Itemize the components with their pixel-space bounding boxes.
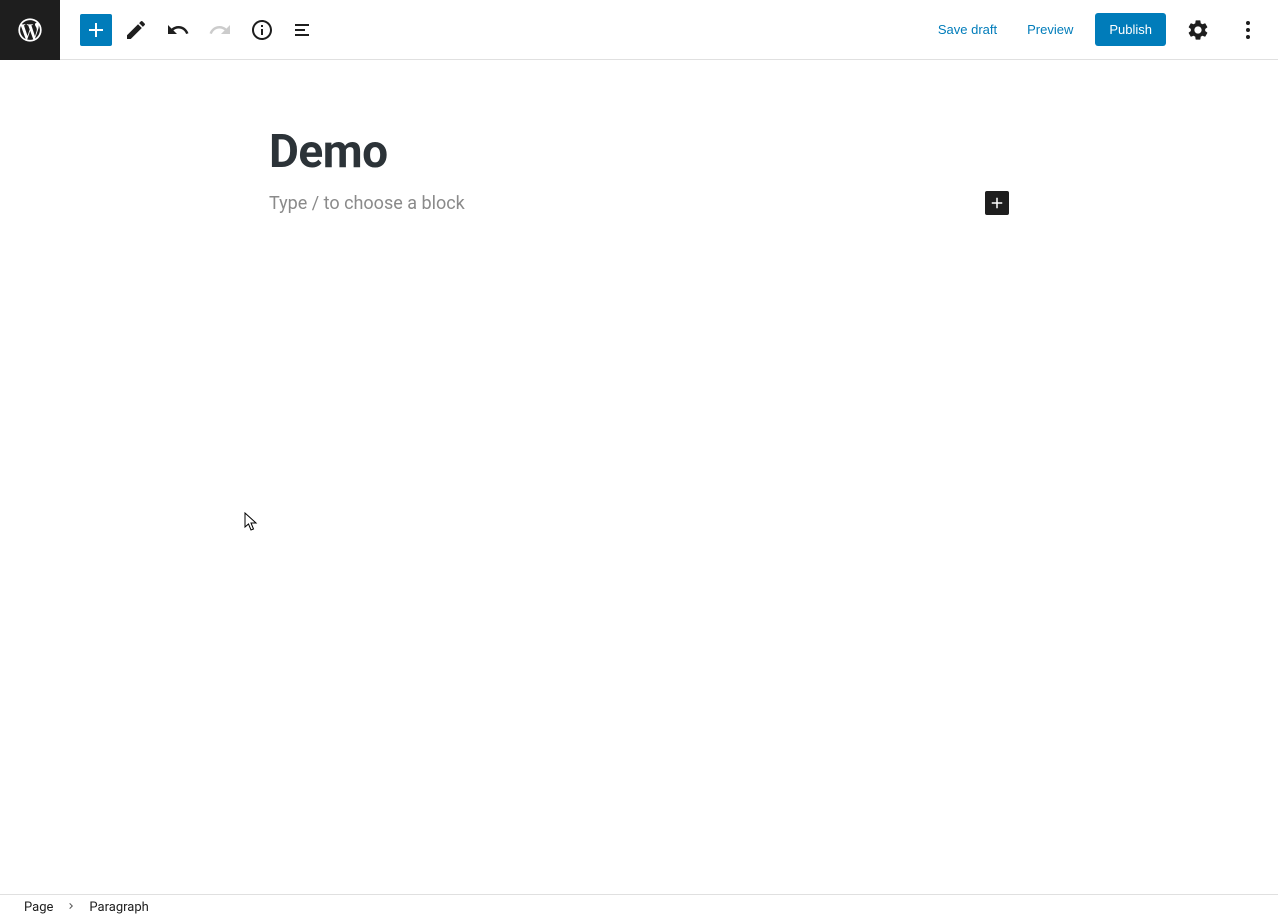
more-vertical-icon <box>1236 18 1260 42</box>
save-draft-button[interactable]: Save draft <box>930 16 1005 43</box>
list-view-icon <box>292 18 316 42</box>
gear-icon <box>1186 18 1210 42</box>
content-wrapper: Demo Type / to choose a block <box>269 60 1009 215</box>
preview-button[interactable]: Preview <box>1019 16 1081 43</box>
undo-button[interactable] <box>160 12 196 48</box>
breadcrumb-current[interactable]: Paragraph <box>89 900 148 915</box>
pencil-icon <box>124 18 148 42</box>
undo-icon <box>166 18 190 42</box>
top-toolbar: Save draft Preview Publish <box>0 0 1278 60</box>
plus-icon <box>988 194 1006 212</box>
add-block-button[interactable] <box>80 14 112 46</box>
editor-canvas[interactable]: Demo Type / to choose a block <box>0 60 1278 894</box>
list-view-button[interactable] <box>286 12 322 48</box>
paragraph-block-placeholder[interactable]: Type / to choose a block <box>269 193 985 214</box>
chevron-right-icon <box>65 900 77 916</box>
block-breadcrumb: Page Paragraph <box>0 894 1278 920</box>
toolbar-left-group <box>80 12 322 48</box>
details-button[interactable] <box>244 12 280 48</box>
plus-icon <box>84 18 108 42</box>
publish-button[interactable]: Publish <box>1095 13 1166 46</box>
wordpress-logo[interactable] <box>0 0 60 60</box>
paragraph-block-row: Type / to choose a block <box>269 191 1009 215</box>
info-icon <box>250 18 274 42</box>
redo-button[interactable] <box>202 12 238 48</box>
tools-button[interactable] <box>118 12 154 48</box>
settings-button[interactable] <box>1180 12 1216 48</box>
post-title-input[interactable]: Demo <box>269 125 1009 191</box>
add-block-inline-button[interactable] <box>985 191 1009 215</box>
toolbar-right-group: Save draft Preview Publish <box>930 12 1278 48</box>
wordpress-icon <box>16 16 44 44</box>
options-button[interactable] <box>1230 12 1266 48</box>
breadcrumb-root[interactable]: Page <box>24 900 53 915</box>
mouse-cursor-icon <box>244 512 260 532</box>
redo-icon <box>208 18 232 42</box>
